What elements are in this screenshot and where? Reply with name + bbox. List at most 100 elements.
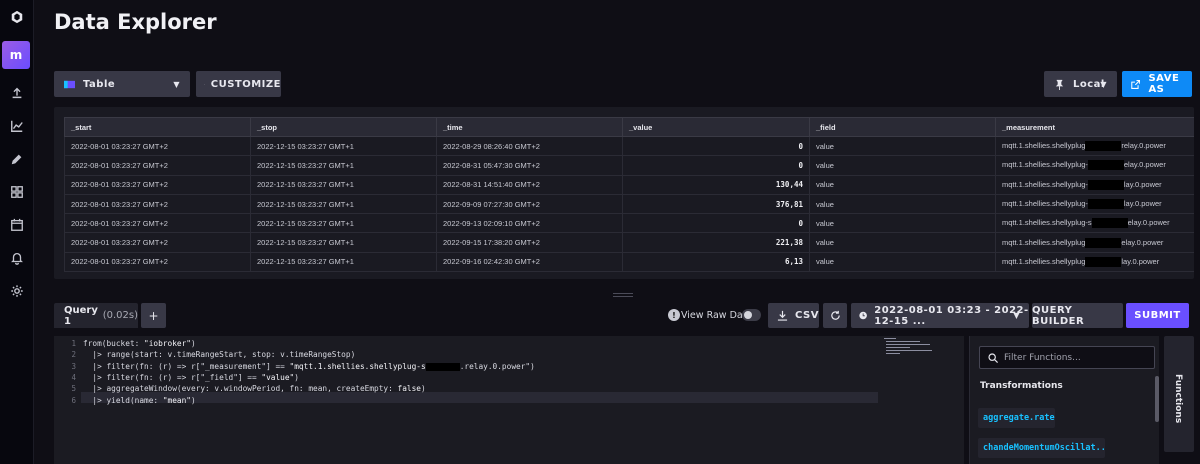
table-cell: 2022-08-31 05:47:30 GMT+2 xyxy=(436,155,623,176)
refresh-button[interactable] xyxy=(823,303,847,328)
table-cell: value xyxy=(809,193,996,215)
functions-scrollbar[interactable] xyxy=(1155,376,1159,422)
column-header[interactable]: _field xyxy=(809,117,996,137)
time-range-label: 2022-08-01 03:23 - 2022-12-15 ... xyxy=(874,304,1029,327)
flux-editor[interactable]: 1 from(bucket: "iobroker") 2 |> range(star… xyxy=(54,336,964,464)
code-text: |> yield(name: xyxy=(83,395,163,405)
chevron-down-icon: ▼ xyxy=(1100,79,1107,89)
redaction-block xyxy=(1091,218,1128,229)
editor-minimap[interactable] xyxy=(880,336,962,376)
filter-functions-placeholder: Filter Functions... xyxy=(1004,352,1081,363)
save-as-label: SAVE AS xyxy=(1148,73,1180,95)
code-line: |> range(start: v.timeRangeStart, stop: … xyxy=(83,350,355,359)
code-line: |> filter(fn: (r) => r["_field"] == "val… xyxy=(83,373,299,382)
timezone-dropdown[interactable]: Local ▼ xyxy=(1044,71,1117,97)
code-string: "iobroker" xyxy=(144,339,191,348)
column-header[interactable]: _measurement xyxy=(995,117,1194,137)
measurement-cell: mqtt.1.shellies.shellyplug-elay.0.power xyxy=(995,155,1194,176)
bell-icon[interactable] xyxy=(5,246,29,270)
code-line: |> aggregateWindow(every: v.windowPeriod… xyxy=(83,384,425,394)
column-header[interactable]: _time xyxy=(436,117,623,137)
measurement-cell: mqtt.1.shellies.shellyplug-lay.0.power xyxy=(995,193,1194,215)
csv-label: CSV xyxy=(795,310,819,321)
functions-tab[interactable]: Functions xyxy=(1164,336,1194,452)
table-row: 2022-08-01 03:23:27 GMT+2 2022-12-15 03:2… xyxy=(64,232,1194,253)
table-row: 2022-08-01 03:23:27 GMT+2 2022-12-15 03:2… xyxy=(64,155,1194,176)
line-number: 5 xyxy=(71,384,76,394)
query-tab[interactable]: Query 1 (0.02s) xyxy=(54,303,138,328)
code-string: false xyxy=(397,384,421,394)
table-row: 2022-08-01 03:23:27 GMT+2 2022-12-15 03:2… xyxy=(64,193,1194,215)
table-cell: value xyxy=(809,213,996,234)
org-avatar[interactable]: m xyxy=(2,41,30,69)
code-text: |> range(start: v.timeRangeStart, stop: … xyxy=(83,350,356,360)
table-cell: 0 xyxy=(622,155,810,176)
pin-icon xyxy=(1055,79,1064,90)
table-cell: 376,81 xyxy=(622,193,810,215)
table-cell: 2022-09-16 02:42:30 GMT+2 xyxy=(436,251,623,273)
dashboards-icon[interactable] xyxy=(5,180,29,204)
table-cell: 2022-08-01 03:23:27 GMT+2 xyxy=(64,135,251,157)
redaction-block xyxy=(1085,141,1122,152)
resize-handle[interactable] xyxy=(613,293,633,297)
pencil-icon[interactable] xyxy=(5,147,29,171)
table-cell: 2022-08-01 03:23:27 GMT+2 xyxy=(64,193,251,215)
gear-icon[interactable] xyxy=(5,279,29,303)
table-cell: 0 xyxy=(622,213,810,234)
info-icon: ! xyxy=(668,309,680,321)
csv-button[interactable]: CSV xyxy=(768,303,819,328)
influx-logo-icon[interactable] xyxy=(5,5,29,29)
table-cell: 2022-08-01 03:23:27 GMT+2 xyxy=(64,213,251,234)
add-query-button[interactable]: + xyxy=(141,303,166,328)
graph-icon[interactable] xyxy=(5,114,29,138)
code-line: from(bucket: "iobroker") xyxy=(83,339,196,348)
submit-button[interactable]: SUBMIT xyxy=(1126,303,1189,328)
customize-button[interactable]: CUSTOMIZE xyxy=(196,71,281,97)
chevron-down-icon: ▼ xyxy=(1013,311,1020,320)
measurement-prefix: mqtt.1.shellies.shellyplug- xyxy=(1002,160,1088,170)
code-text: |> aggregateWindow(every: v.windowPeriod… xyxy=(83,384,398,394)
gear-icon xyxy=(204,83,205,85)
redaction-block xyxy=(1087,179,1124,190)
measurement-suffix: elay.0.power xyxy=(1123,160,1166,170)
measurement-prefix: mqtt.1.shellies.shellyplug- xyxy=(1002,199,1088,209)
table-cell: 2022-08-31 14:51:40 GMT+2 xyxy=(436,174,623,195)
function-item[interactable]: chandeMomentumOscillat... xyxy=(978,438,1105,458)
measurement-cell: mqtt.1.shellies.shellyplug elay.0.power xyxy=(995,232,1194,253)
line-number: 3 xyxy=(71,361,76,371)
clock-icon xyxy=(859,311,867,320)
function-item[interactable]: aggregate.rate xyxy=(978,408,1055,428)
table-cell: 2022-12-15 03:23:27 GMT+1 xyxy=(250,135,437,157)
measurement-cell: mqtt.1.shellies.shellyplug relay.0.power xyxy=(995,135,1194,157)
table-row: 2022-08-01 03:23:27 GMT+2 2022-12-15 03:2… xyxy=(64,251,1194,273)
chevron-down-icon: ▼ xyxy=(173,79,180,89)
table-cell: 2022-12-15 03:23:27 GMT+1 xyxy=(250,155,437,176)
table-cell: 2022-08-01 03:23:27 GMT+2 xyxy=(64,251,251,273)
table-row: 2022-08-01 03:23:27 GMT+2 2022-12-15 03:2… xyxy=(64,174,1194,195)
column-header[interactable]: _value xyxy=(622,117,810,137)
redaction-block xyxy=(425,362,460,371)
column-header[interactable]: _stop xyxy=(250,117,437,137)
measurement-suffix: lay.0.power xyxy=(1121,256,1160,266)
view-raw-toggle[interactable] xyxy=(742,309,761,321)
table-row: 2022-08-01 03:23:27 GMT+2 2022-12-15 03:2… xyxy=(64,135,1194,157)
line-number: 4 xyxy=(71,372,76,382)
code-text: .relay.0.power") xyxy=(459,361,535,371)
view-type-dropdown[interactable]: Table ▼ xyxy=(54,71,190,97)
code-text: ) xyxy=(190,339,196,348)
code-text: from(bucket: xyxy=(83,339,145,348)
save-as-button[interactable]: SAVE AS xyxy=(1122,71,1192,97)
query-builder-button[interactable]: QUERY BUILDER xyxy=(1032,303,1123,328)
upload-icon[interactable] xyxy=(5,81,29,105)
column-header[interactable]: _start xyxy=(64,117,251,137)
calendar-icon[interactable] xyxy=(5,213,29,237)
table-panel: _start _stop _time _value _field _measurement… xyxy=(54,107,1194,279)
time-range-dropdown[interactable]: 2022-08-01 03:23 - 2022-12-15 ... ▼ xyxy=(851,303,1029,328)
measurement-suffix: elay.0.power xyxy=(1121,237,1164,247)
filter-functions-input[interactable]: Filter Functions... xyxy=(979,346,1155,369)
customize-label: CUSTOMIZE xyxy=(210,78,281,90)
page-title: Data Explorer xyxy=(54,10,217,34)
functions-heading: Transformations xyxy=(980,381,1063,391)
download-icon xyxy=(777,310,788,321)
functions-tab-label: Functions xyxy=(1173,374,1183,424)
